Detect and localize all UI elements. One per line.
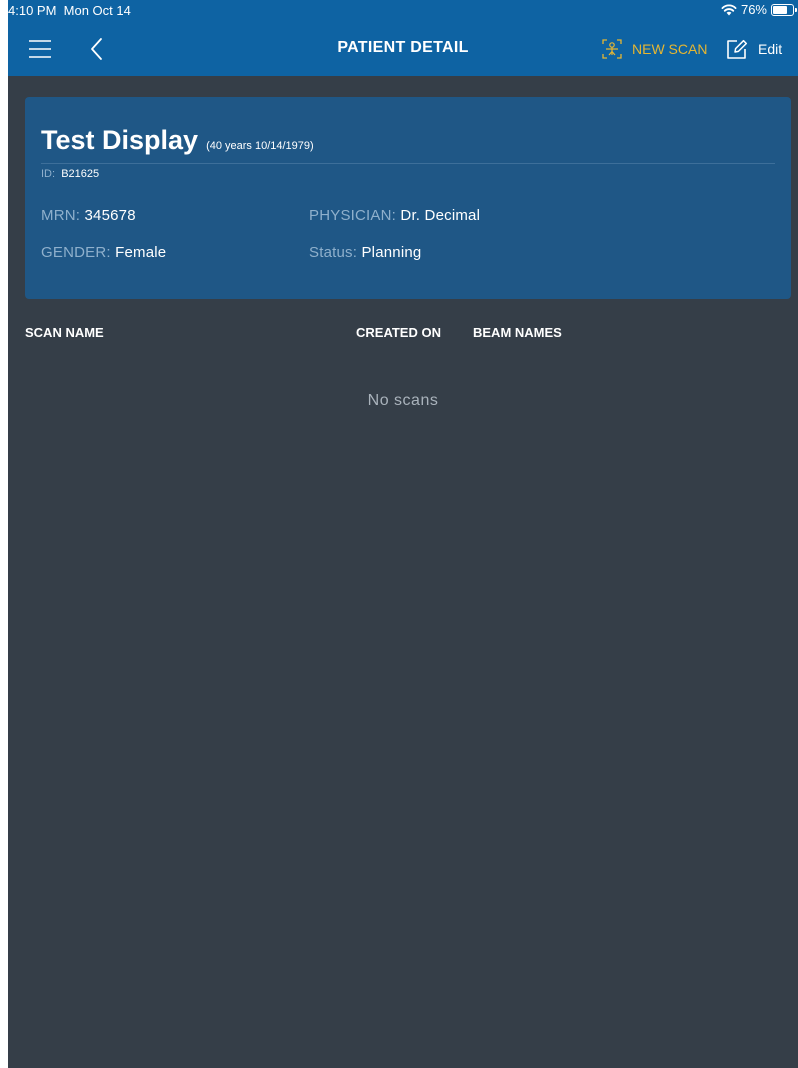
- status-time: 4:10 PM Mon Oct 14: [8, 3, 131, 18]
- new-scan-button[interactable]: NEW SCAN: [602, 36, 707, 62]
- back-chevron-icon[interactable]: [88, 36, 106, 62]
- physician-label: PHYSICIAN:: [309, 207, 397, 224]
- scan-icon: [602, 39, 622, 59]
- gender-label: GENDER:: [41, 244, 111, 261]
- empty-scans-message: No scans: [367, 392, 439, 409]
- battery-percent: 76%: [740, 2, 767, 17]
- gender-value: Female: [115, 244, 167, 261]
- menu-icon[interactable]: [28, 38, 52, 60]
- new-scan-label: NEW SCAN: [632, 41, 708, 57]
- column-header-beam-names[interactable]: BEAM NAMES: [473, 325, 562, 340]
- mrn-value: 345678: [84, 207, 136, 224]
- status-clock: 4:10 PM: [8, 3, 57, 18]
- navigation-bar: PATIENT DETAIL NEW SCAN Edit: [8, 20, 798, 76]
- top-bar: 4:10 PM Mon Oct 14 76% PATIENT DETAIL NE…: [8, 0, 798, 76]
- wifi-icon: [721, 4, 737, 16]
- patient-age-dob: (40 years 10/14/1979): [206, 140, 314, 152]
- column-header-created-on[interactable]: CREATED ON: [356, 325, 441, 340]
- column-header-scan-name[interactable]: SCAN NAME: [25, 325, 104, 340]
- patient-id: ID: B21625: [41, 168, 99, 180]
- gender-field: GENDER: Female: [41, 244, 166, 261]
- patient-id-label: ID:: [41, 168, 56, 180]
- edit-label: Edit: [758, 41, 783, 57]
- battery-level-fill: [773, 5, 788, 14]
- physician-field: PHYSICIAN: Dr. Decimal: [309, 207, 480, 224]
- card-divider: [41, 163, 775, 164]
- mrn-field: MRN: 345678: [41, 207, 136, 224]
- status-label: Status:: [309, 244, 358, 261]
- edit-icon: [727, 39, 748, 59]
- physician-value: Dr. Decimal: [400, 207, 481, 224]
- patient-name: Test Display: [41, 125, 199, 155]
- patient-id-value: B21625: [61, 168, 100, 180]
- status-bar: 4:10 PM Mon Oct 14 76%: [8, 0, 798, 20]
- patient-detail-screen: 4:10 PM Mon Oct 14 76% PATIENT DETAIL NE…: [8, 0, 798, 1068]
- status-value: Planning: [361, 244, 422, 261]
- mrn-label: MRN:: [41, 207, 81, 224]
- status-date: Mon Oct 14: [63, 3, 131, 18]
- patient-header: Test Display (40 years 10/14/1979): [41, 125, 314, 156]
- status-indicators: 76%: [721, 2, 797, 17]
- patient-card: Test Display (40 years 10/14/1979) ID: B…: [25, 97, 791, 299]
- battery-icon: [771, 3, 797, 16]
- edit-button[interactable]: Edit: [726, 36, 782, 62]
- status-field: Status: Planning: [309, 244, 421, 261]
